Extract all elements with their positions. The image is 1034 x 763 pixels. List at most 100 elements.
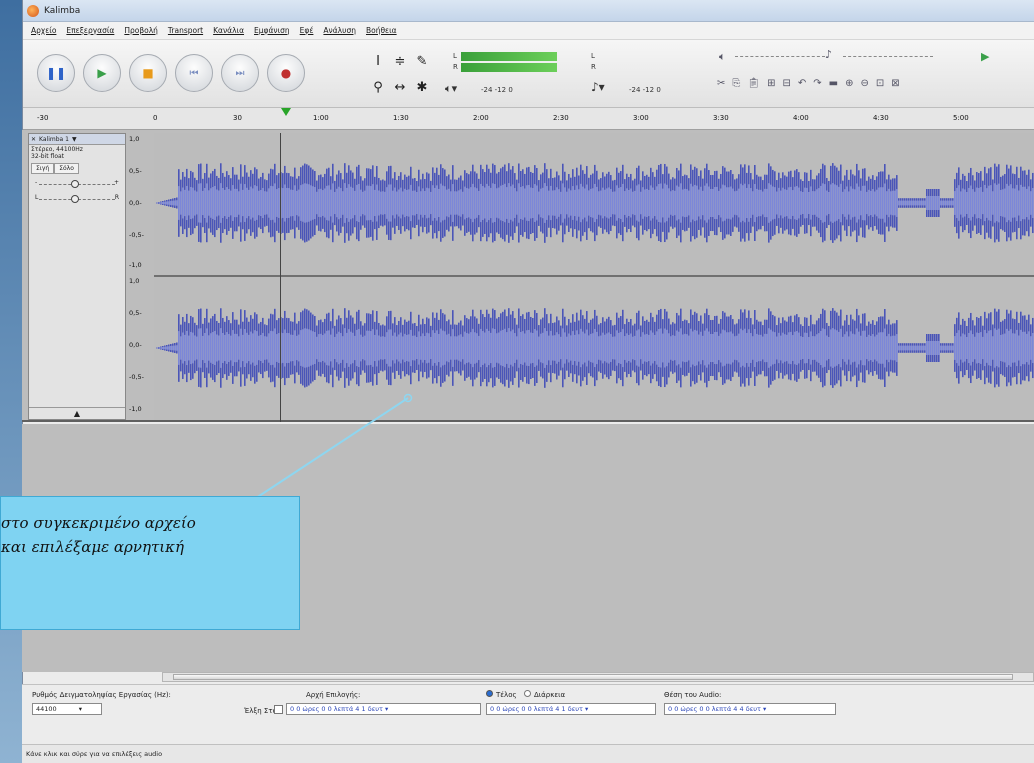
window-title: Kalimba — [44, 5, 81, 16]
selection-toolbar: Ρυθμός Δειγματοληψίας Εργασίας (Hz): 441… — [22, 684, 1034, 744]
trim-icon[interactable]: ⊞ — [767, 78, 775, 89]
play-button[interactable]: ▶ — [83, 54, 121, 92]
callout-pointer — [249, 393, 413, 503]
vertical-ruler: 1,0 0,5- 0,0- -0,5- -1,0 1,0 0,5- 0,0- -… — [126, 133, 154, 420]
tools-toolbar: I ≑ ✎ ⚲ ↔ ✱ — [367, 48, 435, 102]
playback-meter-right[interactable] — [461, 63, 557, 72]
menu-bar: Αρχείο Επεξεργασία Προβολή Transport Καν… — [23, 22, 1034, 40]
stop-button[interactable]: ■ — [129, 54, 167, 92]
transport-controls: ❚❚ ▶ ■ ⏮ ⏭ ● — [37, 54, 305, 92]
playhead-marker-icon[interactable] — [281, 108, 291, 116]
project-rate-select[interactable]: 44100 ▾ — [32, 703, 102, 715]
menu-help[interactable]: Βοήθεια — [366, 26, 397, 35]
gain-slider[interactable]: - + — [33, 179, 121, 189]
status-bar: Κάνε κλικ και σύρε για να επιλέξεις audi… — [22, 744, 1034, 763]
play-at-speed-icon[interactable]: ▶ — [981, 50, 989, 63]
zoom-in-icon[interactable]: ⊕ — [845, 78, 853, 89]
rec-meter-right-label: R — [591, 63, 596, 71]
record-icon: ● — [280, 66, 292, 80]
scale-label: 0,0- — [129, 199, 142, 207]
snap-to-checkbox[interactable] — [274, 705, 283, 714]
menu-view[interactable]: Προβολή — [124, 26, 158, 35]
waveform-display[interactable] — [154, 133, 1034, 420]
menu-effect[interactable]: Εφέ — [300, 26, 314, 35]
toolbar: ❚❚ ▶ ■ ⏮ ⏭ ● I ≑ ✎ ⚲ ↔ ✱ L R L R 🔈︎▾ -24… — [23, 40, 1034, 108]
scale-label: 0,5- — [129, 309, 142, 317]
microphone-icon[interactable]: ♪▾ — [591, 80, 605, 94]
pause-button[interactable]: ❚❚ — [37, 54, 75, 92]
skip-end-button[interactable]: ⏭ — [221, 54, 259, 92]
draw-tool-icon[interactable]: ✎ — [411, 48, 433, 74]
selection-end-field[interactable]: 0 0 ώρες 0 0 λεπτά 4 1 δευτ ▾ — [486, 703, 656, 715]
track-sample-format: 32-bit float — [31, 153, 65, 160]
end-radio-label: Τέλος — [496, 691, 517, 699]
collapse-track-button[interactable]: ▲ — [29, 407, 125, 419]
mute-button[interactable]: Σιγή — [31, 163, 55, 174]
undo-icon[interactable]: ↶ — [798, 78, 806, 89]
scale-label: -0,5- — [129, 373, 145, 381]
meter-toolbar: L R L R 🔈︎▾ -24 -12 0 ♪▾ -24 -12 0 — [441, 48, 701, 102]
chevron-down-icon: ▾ — [78, 705, 82, 713]
skip-start-button[interactable]: ⏮ — [175, 54, 213, 92]
length-radio[interactable] — [524, 690, 531, 697]
playback-meter-ticks: -24 -12 0 — [481, 86, 513, 94]
track-name-dropdown[interactable]: ✕ Kalimba 1 ▼ — [29, 134, 125, 145]
timeline-tick: 0 — [153, 114, 158, 122]
solo-button[interactable]: Σόλο — [54, 163, 79, 174]
multi-tool-icon[interactable]: ✱ — [411, 74, 433, 100]
track-name: Kalimba 1 — [39, 135, 69, 143]
menu-file[interactable]: Αρχείο — [31, 26, 56, 35]
audio-position-label: Θέση του Audio: — [664, 691, 722, 699]
chevron-down-icon: ▼ — [71, 135, 77, 143]
stop-icon: ■ — [142, 66, 154, 80]
menu-generate[interactable]: Εμφάνιση — [254, 26, 290, 35]
silence-icon[interactable]: ⊟ — [782, 78, 790, 89]
zoom-tool-icon[interactable]: ⚲ — [367, 74, 389, 100]
pan-slider[interactable]: L R — [33, 194, 121, 204]
output-volume-slider[interactable] — [735, 56, 825, 57]
scrollbar-thumb[interactable] — [173, 674, 1013, 680]
menu-analyze[interactable]: Ανάλυση — [323, 26, 356, 35]
timeline-tick: 1:30 — [393, 114, 409, 122]
envelope-tool-icon[interactable]: ≑ — [389, 48, 411, 74]
selection-start-field[interactable]: 0 0 ώρες 0 0 λεπτά 4 1 δευτ ▾ — [286, 703, 481, 715]
end-radio[interactable] — [486, 690, 493, 697]
redo-icon[interactable]: ↷ — [813, 78, 821, 89]
zoom-out-icon[interactable]: ⊖ — [861, 78, 869, 89]
speaker-icon[interactable]: 🔈︎▾ — [445, 82, 457, 96]
menu-tracks[interactable]: Κανάλια — [213, 26, 244, 35]
record-button[interactable]: ● — [267, 54, 305, 92]
scale-label: -1,0 — [129, 261, 142, 269]
fit-selection-icon[interactable]: ⊡ — [876, 78, 884, 89]
paste-icon[interactable]: 📋︎ — [747, 78, 760, 89]
scale-label: 1,0 — [129, 135, 140, 143]
gain-slider-thumb[interactable] — [71, 180, 79, 188]
playback-meter-left[interactable] — [461, 52, 557, 61]
cut-icon[interactable]: ✂ — [717, 78, 725, 89]
scale-label: -1,0 — [129, 405, 142, 413]
callout-line-2: και επιλέξαμε αρνητική — [1, 538, 184, 556]
timeline-ruler[interactable]: -30 0 30 1:00 1:30 2:00 2:30 3:00 3:30 4… — [23, 108, 1034, 130]
collapse-icon: ▲ — [73, 409, 81, 418]
track-area: ✕ Kalimba 1 ▼ Στέρεο, 44100Hz 32-bit flo… — [22, 130, 1034, 422]
fit-project-icon[interactable]: ⊠ — [891, 78, 899, 89]
timeline-tick: 1:00 — [313, 114, 329, 122]
waveform-channel-right — [156, 308, 1034, 388]
length-radio-label: Διάρκεια — [534, 691, 566, 699]
sync-lock-icon[interactable]: ▬ — [829, 78, 838, 89]
timeshift-tool-icon[interactable]: ↔ — [389, 74, 411, 100]
track-sample-rate: Στέρεο, 44100Hz — [31, 146, 83, 153]
menu-transport[interactable]: Transport — [168, 26, 203, 35]
horizontal-scrollbar[interactable] — [162, 672, 1034, 682]
close-track-icon[interactable]: ✕ — [31, 136, 36, 143]
input-volume-slider[interactable] — [843, 56, 933, 57]
timeline-tick: 3:00 — [633, 114, 649, 122]
audio-position-field[interactable]: 0 0 ώρες 0 0 λεπτά 4 4 δευτ ▾ — [664, 703, 836, 715]
selection-tool-icon[interactable]: I — [367, 48, 389, 74]
copy-icon[interactable]: ⎘ — [732, 78, 740, 89]
input-volume-icon: ♪ — [825, 48, 833, 61]
pan-slider-thumb[interactable] — [71, 195, 79, 203]
menu-edit[interactable]: Επεξεργασία — [66, 26, 114, 35]
skip-start-icon: ⏮ — [189, 67, 199, 79]
snap-to-label: Έλξη Στο — [244, 707, 277, 715]
